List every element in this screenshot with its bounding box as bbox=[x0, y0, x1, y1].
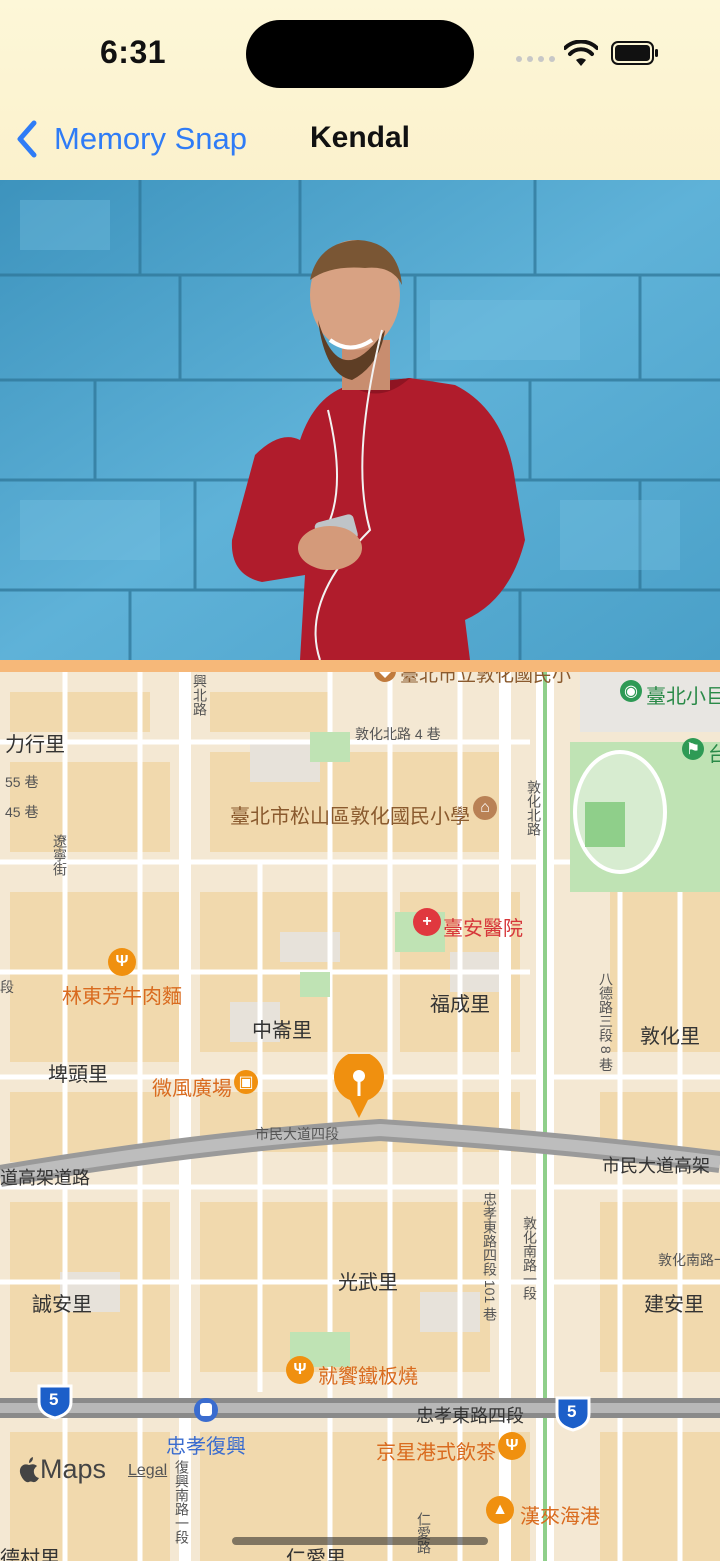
restaurant-icon[interactable]: Ψ bbox=[108, 948, 136, 976]
shopping-icon[interactable]: ▣ bbox=[234, 1070, 258, 1094]
maps-logo: Maps bbox=[18, 1454, 106, 1485]
battery-icon bbox=[611, 41, 658, 65]
poi-label: 臺北市松山區敦化國民小學 bbox=[230, 806, 470, 828]
district-label: 中崙里 bbox=[252, 1020, 312, 1042]
district-label: 德村里 bbox=[0, 1548, 60, 1561]
runner-icon[interactable]: ⚑ bbox=[682, 738, 704, 760]
road-label: 敦化南路一段 bbox=[658, 1252, 720, 1268]
road-label: 仁愛路 bbox=[416, 1512, 432, 1554]
poi-label: 臺北小巨 bbox=[646, 686, 720, 708]
road-label: 忠孝東路四段 bbox=[416, 1406, 524, 1426]
district-label: 光武里 bbox=[338, 1272, 398, 1294]
restaurant-icon[interactable]: Ψ bbox=[286, 1356, 314, 1384]
restaurant-icon[interactable]: Ψ bbox=[498, 1432, 526, 1460]
road-label: 復興南路一段 bbox=[174, 1460, 190, 1544]
poi-label: 就饗鐵板燒 bbox=[318, 1366, 418, 1388]
maps-logo-text: Maps bbox=[40, 1454, 107, 1484]
district-label: 誠安里 bbox=[32, 1294, 92, 1316]
bell-icon[interactable]: ▲ bbox=[486, 1496, 514, 1524]
highway-number: 5 bbox=[49, 1390, 59, 1409]
road-label: 45 巷 bbox=[5, 804, 39, 820]
poi-label: 台 bbox=[708, 744, 720, 766]
road-label: 忠孝東路四段 101 巷 bbox=[482, 1192, 498, 1322]
apple-icon bbox=[19, 1456, 39, 1482]
poi-label: 京星港式飲茶 bbox=[376, 1442, 496, 1464]
page-title: Kendal bbox=[309, 121, 411, 154]
road-label: 興北路 bbox=[192, 674, 208, 716]
road-label: 敦化南路一段 bbox=[522, 1216, 538, 1300]
road-label: 敦化北路 bbox=[526, 780, 542, 836]
hospital-icon[interactable]: + bbox=[413, 908, 441, 936]
poi-label: 林東芳牛肉麵 bbox=[62, 986, 182, 1008]
road-label: 55 巷 bbox=[5, 774, 39, 790]
district-label: 建安里 bbox=[644, 1294, 704, 1316]
road-label: 市民大道高架 bbox=[602, 1156, 710, 1176]
location-map[interactable]: 敦化北路 4 巷 55 巷 45 巷 興北路 敦化北路 遼寧街 八德路三段 8 … bbox=[0, 672, 720, 1561]
status-time: 6:31 bbox=[100, 34, 167, 70]
road-label: 敦化北路 4 巷 bbox=[355, 726, 441, 742]
station-label: 忠孝復興 bbox=[166, 1436, 246, 1458]
memory-photo[interactable] bbox=[0, 180, 720, 660]
road-label: 遼寧街 bbox=[52, 834, 68, 876]
highway-number: 5 bbox=[567, 1402, 577, 1421]
road-label: 段 bbox=[0, 979, 14, 995]
poi-label: 漢來海港 bbox=[520, 1506, 600, 1528]
district-label: 福成里 bbox=[430, 994, 490, 1016]
poi-label: 臺安醫院 bbox=[443, 918, 523, 940]
district-label: 力行里 bbox=[5, 734, 65, 756]
location-pin-icon[interactable] bbox=[332, 1054, 386, 1120]
legal-link[interactable]: Legal bbox=[128, 1462, 167, 1480]
photo-map-divider bbox=[0, 660, 720, 672]
park-icon[interactable]: ◉ bbox=[620, 680, 642, 702]
poi-label: 微風廣場 bbox=[152, 1078, 232, 1100]
district-label: 敦化里 bbox=[640, 1026, 700, 1048]
wifi-icon bbox=[564, 40, 598, 66]
district-label: 埤頭里 bbox=[48, 1064, 108, 1086]
poi-label: 臺北市立敦化國民小 bbox=[400, 672, 572, 686]
school-icon[interactable]: ⌂ bbox=[473, 796, 497, 820]
photo-illustration bbox=[0, 180, 720, 660]
road-label: 市民大道四段 bbox=[255, 1126, 339, 1142]
road-label: 道高架道路 bbox=[0, 1168, 90, 1188]
signal-icon bbox=[516, 56, 556, 64]
road-label: 八德路三段 8 巷 bbox=[598, 972, 614, 1072]
home-indicator[interactable] bbox=[232, 1537, 488, 1545]
dynamic-island bbox=[246, 20, 474, 88]
